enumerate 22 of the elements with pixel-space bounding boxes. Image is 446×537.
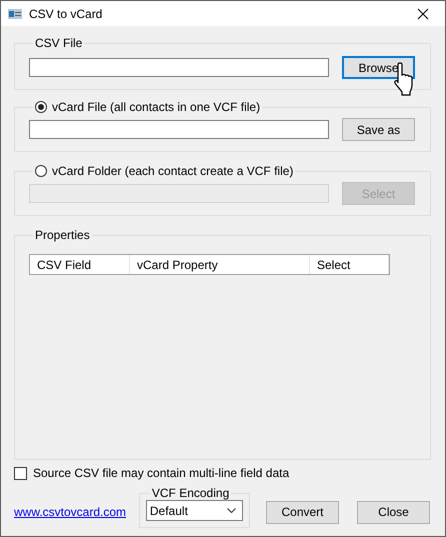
website-link[interactable]: www.csvtovcard.com: [14, 505, 139, 519]
window-title: CSV to vCard: [29, 6, 104, 20]
checkbox[interactable]: [14, 466, 27, 480]
close-icon[interactable]: [417, 8, 429, 20]
group-label: VCF Encoding: [152, 486, 230, 500]
checkbox-label[interactable]: Source CSV file may contain multi-line field data: [33, 466, 290, 480]
dialog-button[interactable]: Close: [357, 500, 430, 524]
csv-path-field[interactable]: [29, 58, 329, 77]
column-header[interactable]: Select: [310, 255, 389, 274]
output-path-field[interactable]: [29, 120, 329, 139]
dialog-button[interactable]: Convert: [266, 500, 339, 524]
browse-button[interactable]: Browse: [342, 56, 415, 79]
encoding-dropdown[interactable]: Default: [146, 500, 243, 521]
column-header[interactable]: vCard Property: [130, 255, 310, 274]
radio-label[interactable]: vCard File (all contacts in one VCF file): [52, 100, 260, 114]
group-label: CSV File: [35, 36, 82, 50]
app-icon: [8, 8, 22, 18]
group-label: Properties: [35, 228, 90, 242]
column-header[interactable]: CSV Field: [30, 255, 130, 274]
radio-button[interactable]: [35, 101, 47, 113]
chevron-down-icon: [226, 508, 236, 513]
output-button[interactable]: Save as: [342, 118, 415, 141]
